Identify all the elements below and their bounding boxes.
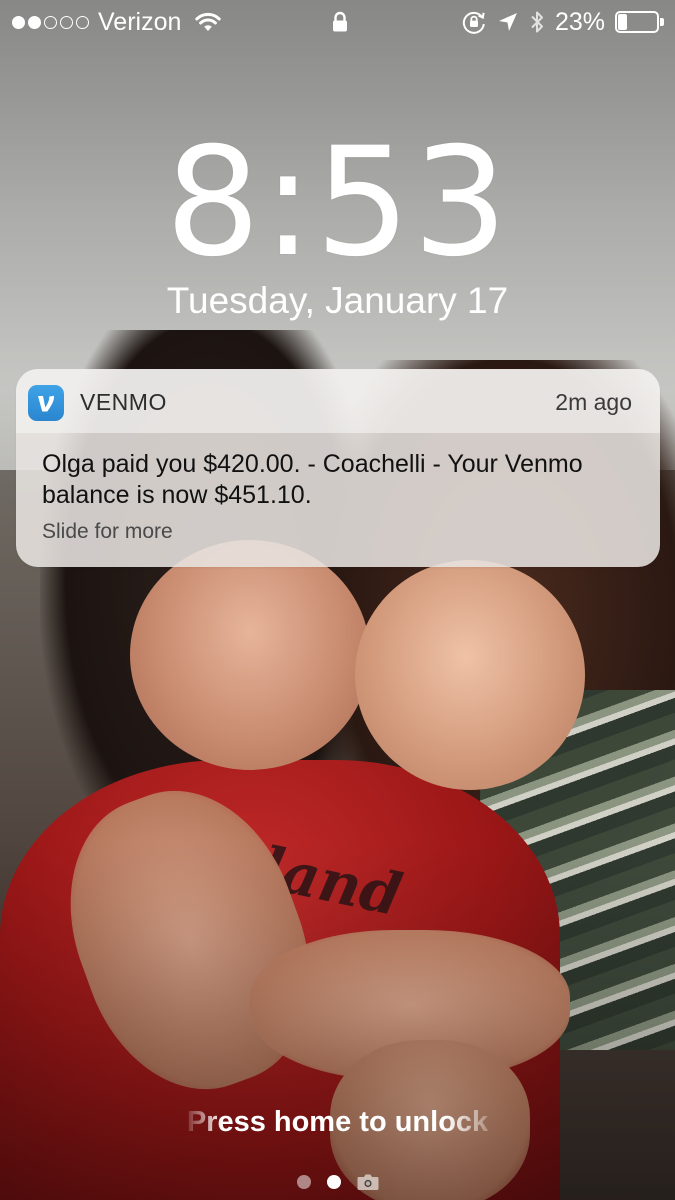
- status-bar: Verizon 23%: [0, 0, 675, 44]
- signal-strength-icon: [12, 15, 89, 29]
- notification-message: Olga paid you $420.00. - Coachelli - You…: [42, 450, 583, 509]
- location-arrow-icon: [498, 13, 517, 31]
- page-dot-2[interactable]: [326, 1175, 341, 1189]
- signal-dot: [60, 15, 73, 29]
- bluetooth-icon: [531, 11, 543, 33]
- notification-time: 2m ago: [555, 389, 632, 415]
- status-left: Verizon: [12, 6, 222, 38]
- venmo-notification[interactable]: VENMO 2m ago Olga paid you $420.00. - Co…: [16, 369, 660, 567]
- battery-icon: [615, 11, 665, 33]
- notification-app-name: VENMO: [80, 389, 167, 415]
- press-home-to-unlock: Press home to unlock: [186, 1106, 489, 1138]
- padlock-icon: [333, 11, 347, 32]
- carrier-name: Verizon: [98, 7, 182, 36]
- lock-screen-date: Tuesday, January 17: [166, 280, 509, 321]
- lock-screen-time: 8:53: [165, 116, 510, 290]
- notification-header: VENMO 2m ago: [16, 369, 660, 433]
- status-right: 23%: [461, 6, 665, 38]
- camera-icon[interactable]: [357, 1173, 379, 1191]
- page-dot-1[interactable]: [296, 1175, 311, 1189]
- wifi-icon: [195, 12, 222, 31]
- orientation-lock-icon: [462, 11, 485, 34]
- page-indicator[interactable]: [0, 1172, 675, 1192]
- signal-dot: [44, 15, 57, 29]
- battery-tip: [660, 18, 664, 26]
- signal-dot: [12, 15, 25, 29]
- venmo-logo-icon: [38, 395, 55, 412]
- signal-dot: [76, 15, 89, 29]
- notification-slide-hint: Slide for more: [42, 520, 173, 543]
- battery-fill: [618, 14, 627, 30]
- venmo-icon: [28, 385, 64, 421]
- signal-dot: [28, 15, 41, 29]
- lock-screen: eyland Verizon: [0, 0, 675, 1200]
- battery-percent: 23%: [554, 7, 605, 36]
